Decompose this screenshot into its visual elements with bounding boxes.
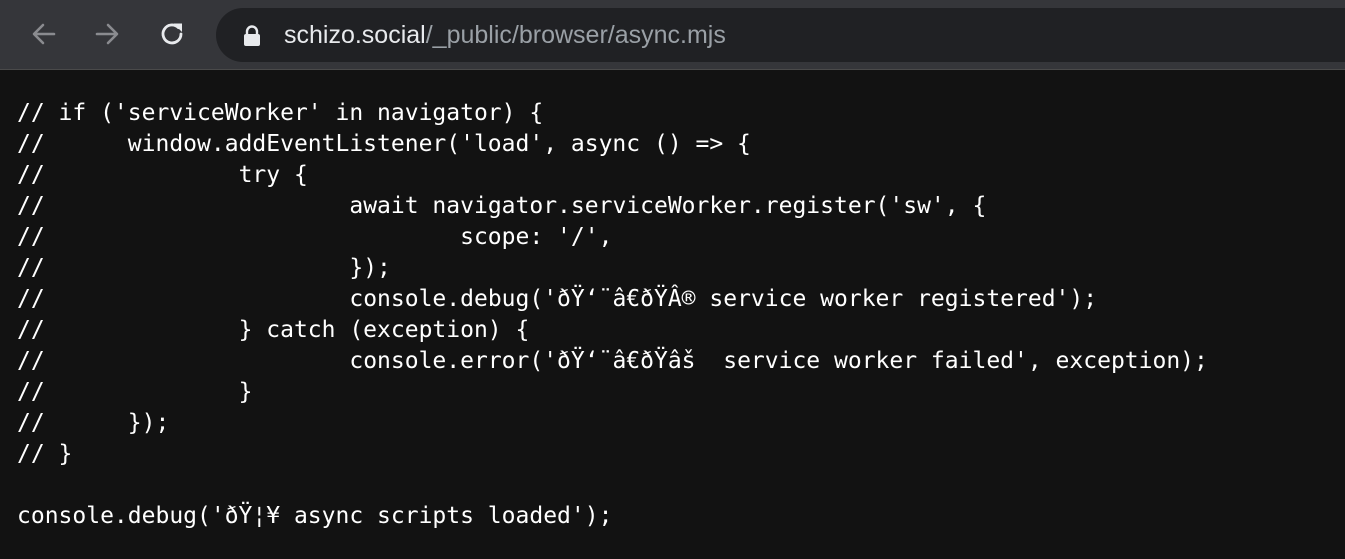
code-line: // await navigator.serviceWorker.registe… [17, 193, 987, 219]
reload-button[interactable] [152, 14, 192, 54]
url-text[interactable]: schizo.social/_public/browser/async.mjs [284, 8, 726, 62]
forward-button[interactable] [87, 14, 127, 54]
code-line: // } [17, 379, 253, 405]
code-line: // }); [17, 255, 391, 281]
code-line: // }); [17, 410, 170, 436]
back-button[interactable] [24, 14, 64, 54]
code-line: // } [17, 441, 73, 467]
code-line: // console.error('ðŸ‘¨â€ðŸâš service wor… [17, 348, 1208, 374]
page-content: // if ('serviceWorker' in navigator) { //… [0, 71, 1345, 559]
lock-icon[interactable] [242, 25, 262, 52]
code-line: // try { [17, 162, 308, 188]
code-line: // scope: '/', [17, 224, 613, 250]
code-line: // console.debug('ðŸ‘¨â€ðŸÂ® service wor… [17, 286, 1098, 312]
url-path: /_public/browser/async.mjs [425, 21, 726, 49]
code-line: // if ('serviceWorker' in navigator) { [17, 100, 544, 126]
code-line: console.debug('ðŸ¦¥ async scripts loaded… [17, 503, 613, 529]
reload-icon [161, 23, 183, 45]
code-line: // window.addEventListener('load', async… [17, 131, 751, 157]
browser-toolbar: schizo.social/_public/browser/async.mjs [0, 0, 1345, 70]
code-line: // } catch (exception) { [17, 317, 530, 343]
arrow-right-icon [95, 23, 119, 45]
url-host: schizo.social [284, 21, 426, 49]
source-code: // if ('serviceWorker' in navigator) { //… [17, 98, 1208, 532]
address-bar[interactable]: schizo.social/_public/browser/async.mjs [216, 8, 1345, 62]
arrow-left-icon [32, 23, 56, 45]
